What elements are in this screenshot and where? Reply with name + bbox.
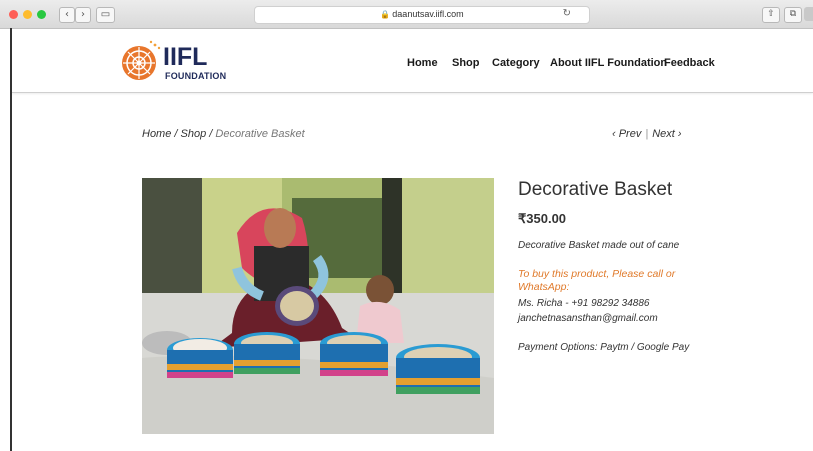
new-tab-button[interactable] xyxy=(804,7,813,21)
product-image[interactable] xyxy=(142,178,494,434)
breadcrumb-separator: / xyxy=(206,128,216,140)
product-title: Decorative Basket xyxy=(518,179,673,200)
pager-separator: | xyxy=(645,128,649,140)
product-photo-illustration xyxy=(142,178,494,434)
share-icon[interactable]: ⇧ xyxy=(762,7,780,23)
back-icon[interactable]: ‹ xyxy=(59,7,75,23)
prev-link[interactable]: ‹ Prev xyxy=(612,128,641,140)
nav-about[interactable]: About IIFL Foundation xyxy=(550,57,667,69)
logo-subtitle: FOUNDATION xyxy=(165,71,227,81)
nav-feedback[interactable]: Feedback xyxy=(664,57,715,69)
product-price: ₹350.00 xyxy=(518,211,567,226)
minimize-window-button[interactable] xyxy=(23,10,32,19)
url-text: daanutsav.iifl.com xyxy=(392,9,464,19)
browser-toolbar: ‹ › ▭ 🔒 daanutsav.iifl.com ↻ ⇧ ⧉ xyxy=(0,0,813,29)
buy-instructions: To buy this product, Please call or What… xyxy=(518,268,676,293)
payment-options: Payment Options: Paytm / Google Pay xyxy=(518,342,690,353)
sidebar-toggle-icon[interactable]: ▭ xyxy=(96,7,115,23)
lock-icon: 🔒 xyxy=(380,10,391,19)
basket-3 xyxy=(320,332,388,376)
breadcrumb-separator: / xyxy=(171,128,181,140)
nav-category[interactable]: Category xyxy=(492,57,540,69)
product-description: Decorative Basket made out of cane xyxy=(518,240,680,251)
site-header: IIFL FOUNDATION Home Shop Category About… xyxy=(12,29,813,93)
close-window-button[interactable] xyxy=(9,10,18,19)
address-bar[interactable]: 🔒 daanutsav.iifl.com ↻ xyxy=(254,6,590,24)
address-url: 🔒 daanutsav.iifl.com xyxy=(255,9,589,19)
tabs-overview-icon[interactable]: ⧉ xyxy=(784,7,802,23)
product-pager: ‹ Prev | Next › xyxy=(612,128,682,140)
fullscreen-window-button[interactable] xyxy=(37,10,46,19)
breadcrumb-home[interactable]: Home xyxy=(142,128,171,140)
nav-home[interactable]: Home xyxy=(407,57,438,69)
breadcrumb-shop[interactable]: Shop xyxy=(181,128,207,140)
basket-4 xyxy=(396,344,480,394)
basket-1 xyxy=(167,338,233,378)
contact-email: janchetnasansthan@gmail.com xyxy=(518,313,658,324)
iifl-foundation-logo[interactable]: IIFL FOUNDATION xyxy=(119,39,239,83)
next-link[interactable]: Next › xyxy=(652,128,681,140)
reload-icon[interactable]: ↻ xyxy=(563,8,571,19)
logo-emblem-icon xyxy=(122,40,161,80)
forward-icon[interactable]: › xyxy=(75,7,91,23)
logo-wordmark: IIFL xyxy=(163,43,208,71)
contact-phone: Ms. Richa - +91 98292 34886 xyxy=(518,298,650,309)
basket-2 xyxy=(234,332,300,374)
breadcrumb: Home / Shop / Decorative Basket xyxy=(142,128,305,140)
nav-shop[interactable]: Shop xyxy=(452,57,480,69)
breadcrumb-current: Decorative Basket xyxy=(215,128,305,140)
